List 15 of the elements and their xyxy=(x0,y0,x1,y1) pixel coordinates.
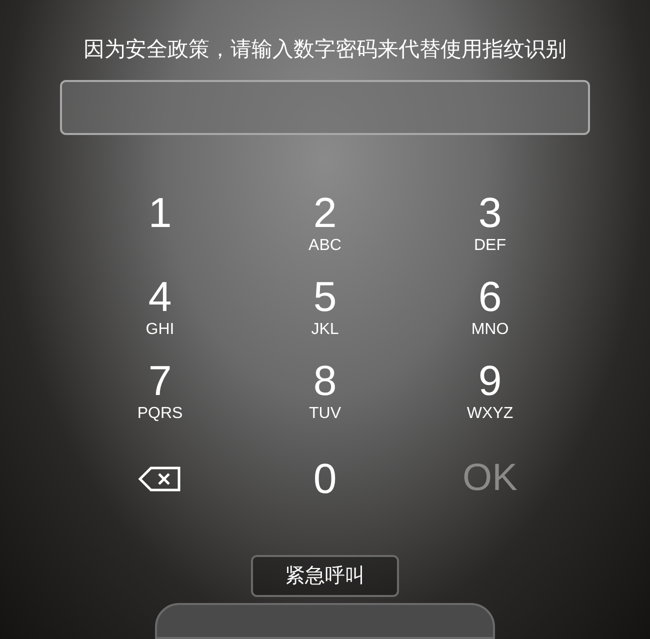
keypad-key[interactable]: 1 xyxy=(105,188,215,265)
keypad-key[interactable]: 6 MNO xyxy=(435,272,545,349)
keypad-key[interactable]: 4 GHI xyxy=(105,272,215,349)
keypad-key[interactable]: 3 DEF xyxy=(435,188,545,265)
keypad-key[interactable]: 7 PQRS xyxy=(105,356,215,433)
instruction-text: 因为安全政策，请输入数字密码来代替使用指纹识别 xyxy=(84,37,566,63)
keypad-key[interactable]: 8 TUV xyxy=(270,356,380,433)
keypad-key[interactable]: 5 JKL xyxy=(270,272,380,349)
keypad-key[interactable]: 9 WXYZ xyxy=(435,356,545,433)
keypad-key[interactable]: 0 xyxy=(270,440,380,517)
payment-tab[interactable] xyxy=(155,603,495,639)
backspace-icon xyxy=(138,466,182,492)
pin-field[interactable] xyxy=(60,80,590,135)
keypad-key[interactable]: 2 ABC xyxy=(270,188,380,265)
emergency-call-button[interactable]: 紧急呼叫 xyxy=(251,554,399,598)
